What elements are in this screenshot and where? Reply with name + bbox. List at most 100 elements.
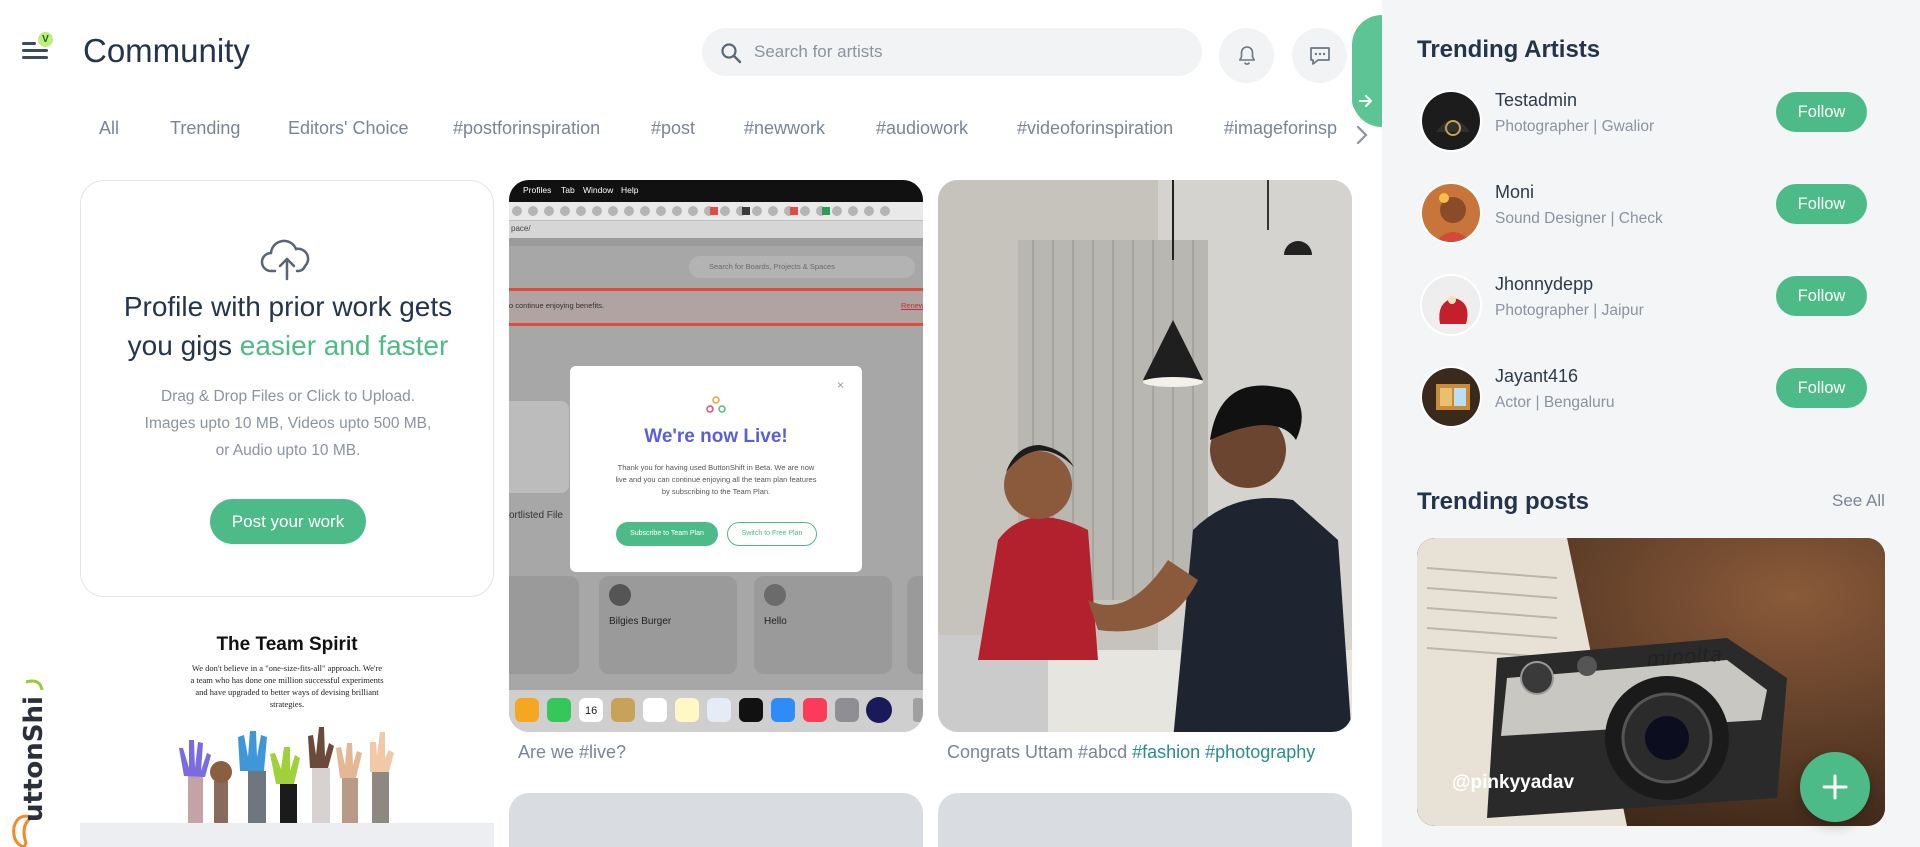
bell-icon <box>1238 45 1255 65</box>
renew-banner: o continue enjoying benefits. Renew <box>509 288 923 326</box>
top-header: V Community <box>0 0 1382 100</box>
search-icon <box>721 43 742 64</box>
close-icon: × <box>836 378 844 392</box>
artist-row: Jayant416 Actor | Bengaluru Follow <box>1420 366 1890 438</box>
follow-button[interactable]: Follow <box>1776 184 1867 224</box>
search-input[interactable] <box>754 28 1184 76</box>
cloud-upload-icon <box>260 239 310 281</box>
upload-instructions: Drag & Drop Files or Click to Upload. Im… <box>144 388 432 459</box>
team-spirit-title: The Team Spirit <box>216 634 358 655</box>
post-author-handle[interactable]: @pinkyyadav <box>1452 772 1574 794</box>
tab-all[interactable]: All <box>99 118 119 139</box>
artist-role: Photographer | Gwalior <box>1495 118 1655 135</box>
grid-tile <box>907 576 923 674</box>
menubar-item: Window <box>583 185 614 195</box>
logo-dots-icon <box>706 396 726 413</box>
follow-button[interactable]: Follow <box>1776 276 1867 316</box>
mac-dock: 16 <box>509 690 923 732</box>
modal-free-plan-button: Switch to Free Plan <box>727 522 817 546</box>
team-spirit-post[interactable]: The Team Spirit We don't believe in a "o… <box>80 616 494 847</box>
sidebar-toggle-tab[interactable] <box>1352 15 1382 127</box>
menu-badge: V <box>38 32 53 47</box>
inner-search-placeholder: Search for Boards, Projects & Spaces <box>709 262 835 271</box>
handshake-photo-post-card[interactable] <box>938 180 1352 732</box>
grid-tile: Bilgies Burger <box>599 576 737 674</box>
hamburger-menu-button[interactable]: V <box>22 32 53 62</box>
raised-hands-illustration <box>179 727 394 847</box>
right-sidebar: Trending Artists Testadmin Photographer … <box>1382 0 1920 847</box>
modal-body: Thank you for having used ButtonShift in… <box>615 463 817 496</box>
see-all-link[interactable]: See All <box>1832 491 1885 511</box>
tab-trending[interactable]: Trending <box>170 118 240 139</box>
url-text: pace/ <box>511 224 531 233</box>
buttonshift-logo: uttonShi <box>12 679 49 847</box>
caption-hashtags[interactable]: #fashion #photography <box>1132 742 1315 762</box>
avatar[interactable] <box>1420 366 1482 428</box>
loading-post-card <box>938 793 1352 847</box>
caption-text: Congrats Uttam #abcd <box>947 742 1133 762</box>
screenshot-post-card[interactable]: Profiles Tab Window Help pace/ Search fo… <box>509 180 923 732</box>
url-bar: pace/ <box>509 220 923 238</box>
follow-button[interactable]: Follow <box>1776 92 1867 132</box>
avatar[interactable] <box>1420 182 1482 244</box>
grid-tile <box>509 576 579 674</box>
tab-videoforinspiration[interactable]: #videoforinspiration <box>1017 118 1173 139</box>
avatar[interactable] <box>1420 90 1482 152</box>
chevron-right-icon <box>1356 125 1368 145</box>
artist-name[interactable]: Jayant416 <box>1495 366 1578 387</box>
post-your-work-button[interactable]: Post your work <box>210 499 366 544</box>
artist-name[interactable]: Testadmin <box>1495 90 1577 111</box>
artist-name[interactable]: Jhonnydepp <box>1495 274 1593 295</box>
plus-icon <box>1822 774 1848 800</box>
arrow-right-icon <box>1352 87 1380 115</box>
menubar-item: Profiles <box>523 185 552 195</box>
filter-tabs: All Trending Editors' Choice #postforins… <box>80 118 1360 150</box>
post-caption: Congrats Uttam #abcd #fashion #photograp… <box>947 742 1315 763</box>
grid-tile: Hello <box>754 576 892 674</box>
artist-role: Actor | Bengaluru <box>1495 394 1615 411</box>
card-footer-strip <box>80 823 494 847</box>
svg-text:uttonShi: uttonShi <box>19 696 49 822</box>
artist-row: Moni Sound Designer | Check Follow <box>1420 182 1890 254</box>
page-title: Community <box>83 32 250 69</box>
tab-editors-choice[interactable]: Editors' Choice <box>288 118 409 139</box>
banner-link: Renew <box>901 301 923 310</box>
menubar-item: Help <box>621 185 639 195</box>
upload-heading: Profile with prior work gets you gigs ea… <box>101 287 475 365</box>
live-modal: × We're now Live! Thank you for having u… <box>570 366 862 572</box>
menu-line <box>22 49 48 52</box>
tab-imageforinspiration[interactable]: #imageforinsp <box>1224 118 1337 139</box>
artist-name[interactable]: Moni <box>1495 182 1534 203</box>
upload-work-card[interactable]: Profile with prior work gets you gigs ea… <box>80 180 494 597</box>
loading-post-card <box>509 793 923 847</box>
inner-search: Search for Boards, Projects & Spaces <box>689 256 915 278</box>
post-caption: Are we #live? <box>518 742 627 762</box>
add-post-button[interactable] <box>1800 752 1870 822</box>
shortlisted-label: ortlisted File <box>509 510 563 521</box>
trending-artists-title: Trending Artists <box>1417 36 1601 63</box>
tab-audiowork[interactable]: #audiowork <box>876 118 968 139</box>
chat-icon <box>1309 46 1330 65</box>
tile-title: Hello <box>764 616 787 627</box>
follow-button[interactable]: Follow <box>1776 368 1867 408</box>
avatar[interactable] <box>1420 274 1482 336</box>
shortlisted-thumb <box>509 401 569 493</box>
bookmarks-bar <box>509 202 923 220</box>
trending-posts-title: Trending posts <box>1417 488 1590 515</box>
tabs-scroll-next-button[interactable] <box>1352 122 1372 148</box>
messages-button[interactable] <box>1292 28 1347 83</box>
artist-role: Photographer | Jaipur <box>1495 302 1644 319</box>
banner-text: o continue enjoying benefits. <box>509 301 605 310</box>
calendar-date: 16 <box>585 705 598 717</box>
menubar-item: Tab <box>561 185 575 195</box>
tab-newwork[interactable]: #newwork <box>744 118 825 139</box>
menu-line <box>22 56 48 59</box>
artist-search-bar[interactable] <box>702 28 1202 76</box>
menu-line <box>22 42 36 45</box>
artist-row: Testadmin Photographer | Gwalior Follow <box>1420 90 1890 162</box>
modal-title: We're now Live! <box>644 426 788 447</box>
tile-title: Bilgies Burger <box>609 616 672 627</box>
tab-post[interactable]: #post <box>651 118 695 139</box>
tab-postforinspiration[interactable]: #postforinspiration <box>453 118 600 139</box>
notifications-button[interactable] <box>1219 28 1274 83</box>
